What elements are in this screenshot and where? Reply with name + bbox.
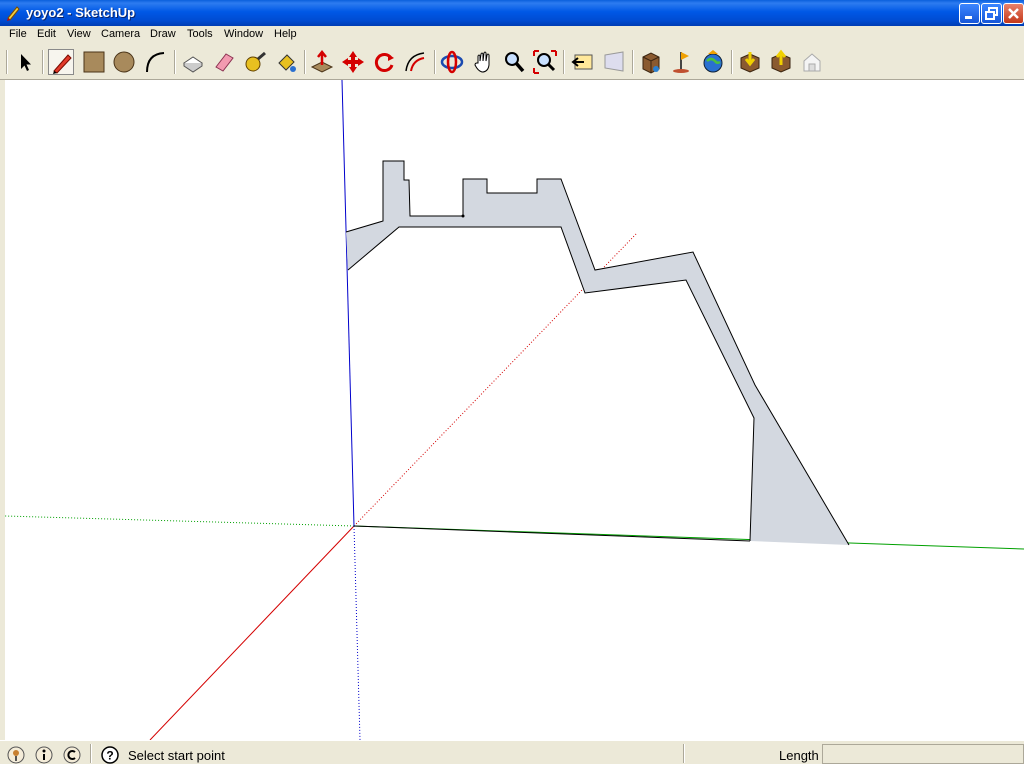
pencil-icon bbox=[53, 54, 72, 74]
share-model-icon bbox=[771, 49, 791, 73]
zoom-extents-icon bbox=[533, 50, 557, 74]
menu-file[interactable]: File bbox=[9, 28, 27, 40]
next-view-tool-button[interactable] bbox=[601, 49, 627, 75]
menu-window[interactable]: Window bbox=[224, 28, 263, 40]
next-view-icon bbox=[604, 51, 624, 72]
toolbar-separator bbox=[304, 50, 306, 74]
green-axis-negative bbox=[5, 515, 355, 527]
menu-help[interactable]: Help bbox=[274, 28, 297, 40]
tape-measure-icon bbox=[245, 51, 266, 72]
paint-bucket-icon bbox=[278, 54, 296, 72]
add-location-icon bbox=[673, 52, 689, 73]
circle-tool-button[interactable] bbox=[111, 49, 137, 75]
window-title: yoyo2 - SketchUp bbox=[26, 5, 136, 20]
blue-axis-positive bbox=[341, 80, 355, 527]
menu-tools[interactable]: Tools bbox=[187, 28, 213, 40]
3d-warehouse-icon bbox=[642, 52, 660, 74]
status-bar: ? Select start point Length bbox=[0, 740, 1024, 764]
rectangle-tool-button[interactable] bbox=[81, 49, 107, 75]
toolbar-separator bbox=[632, 50, 634, 74]
menu-view[interactable]: View bbox=[67, 28, 91, 40]
previous-view-tool-button[interactable] bbox=[570, 49, 596, 75]
toolbar-separator bbox=[563, 50, 565, 74]
orbit-icon bbox=[440, 50, 464, 74]
measurements-input[interactable] bbox=[822, 744, 1024, 764]
offset-icon bbox=[405, 52, 425, 72]
send-to-layout-icon bbox=[803, 53, 821, 72]
geo-location-icon[interactable] bbox=[7, 746, 25, 764]
blue-axis-negative bbox=[353, 525, 361, 740]
eraser-icon bbox=[215, 53, 234, 72]
arc-tool-button[interactable] bbox=[142, 49, 168, 75]
menu-edit[interactable]: Edit bbox=[37, 28, 56, 40]
send-to-layout-tool-button[interactable] bbox=[799, 49, 825, 75]
share-model-tool-button[interactable] bbox=[768, 49, 794, 75]
previous-view-icon bbox=[571, 54, 593, 70]
minimize-button[interactable] bbox=[959, 3, 980, 24]
3d-warehouse-tool-button[interactable] bbox=[638, 49, 664, 75]
menu-bar: File Edit View Camera Draw Tools Window … bbox=[0, 26, 1024, 45]
make-component-tool-button[interactable] bbox=[180, 49, 206, 75]
rotate-icon bbox=[374, 53, 394, 72]
restore-icon bbox=[985, 7, 998, 20]
close-button[interactable] bbox=[1003, 3, 1024, 24]
zoom-extents-tool-button[interactable] bbox=[532, 49, 558, 75]
move-tool-button[interactable] bbox=[340, 49, 366, 75]
measurements-label: Length bbox=[779, 748, 819, 763]
model-canvas[interactable] bbox=[5, 80, 1024, 740]
arc-icon bbox=[146, 52, 165, 73]
get-models-icon bbox=[740, 52, 760, 73]
google-earth-tool-button[interactable] bbox=[700, 49, 726, 75]
menu-draw[interactable]: Draw bbox=[150, 28, 176, 40]
toolbar-separator bbox=[174, 50, 176, 74]
orbit-tool-button[interactable] bbox=[439, 49, 465, 75]
paint-bucket-tool-button[interactable] bbox=[273, 49, 299, 75]
title-bar: yoyo2 - SketchUp bbox=[0, 0, 1024, 26]
toolbar-separator bbox=[42, 50, 44, 74]
red-axis-negative bbox=[149, 525, 355, 740]
hand-icon bbox=[474, 51, 490, 73]
model-edge-base bbox=[353, 525, 751, 542]
rotate-tool-button[interactable] bbox=[371, 49, 397, 75]
zoom-tool-button[interactable] bbox=[501, 49, 527, 75]
component-icon bbox=[183, 56, 203, 73]
arrow-cursor-icon bbox=[21, 54, 31, 71]
model-face[interactable] bbox=[346, 161, 849, 545]
restore-button[interactable] bbox=[981, 3, 1002, 24]
close-icon bbox=[1008, 8, 1019, 19]
model-info-icon[interactable] bbox=[63, 746, 81, 764]
circle-icon bbox=[113, 51, 135, 73]
get-models-tool-button[interactable] bbox=[737, 49, 763, 75]
credits-icon[interactable] bbox=[35, 746, 53, 764]
menu-camera[interactable]: Camera bbox=[101, 28, 140, 40]
pencil-tool-button[interactable] bbox=[48, 49, 74, 75]
status-divider bbox=[683, 744, 685, 763]
help-question-icon[interactable]: ? bbox=[101, 746, 119, 764]
svg-text:?: ? bbox=[106, 749, 113, 763]
select-tool-button[interactable] bbox=[12, 49, 38, 75]
toolbar-grip bbox=[6, 50, 8, 74]
tape-measure-tool-button[interactable] bbox=[242, 49, 268, 75]
toolbar-separator bbox=[434, 50, 436, 74]
status-divider bbox=[90, 744, 92, 763]
vertex-point bbox=[461, 214, 465, 218]
move-icon bbox=[342, 51, 364, 73]
toolbar-separator bbox=[731, 50, 733, 74]
push-pull-icon bbox=[310, 49, 334, 73]
minimize-icon bbox=[965, 16, 972, 19]
status-message: Select start point bbox=[128, 748, 225, 763]
sketchup-app-icon bbox=[7, 6, 20, 21]
offset-tool-button[interactable] bbox=[402, 49, 428, 75]
pan-tool-button[interactable] bbox=[471, 49, 497, 75]
drawing-viewport[interactable] bbox=[5, 80, 1024, 740]
eraser-tool-button[interactable] bbox=[211, 49, 237, 75]
add-location-tool-button[interactable] bbox=[669, 49, 695, 75]
main-toolbar bbox=[0, 45, 1024, 80]
magnifier-icon bbox=[505, 52, 525, 73]
rectangle-icon bbox=[83, 51, 105, 73]
globe-icon bbox=[703, 50, 723, 73]
push-pull-tool-button[interactable] bbox=[309, 49, 335, 75]
